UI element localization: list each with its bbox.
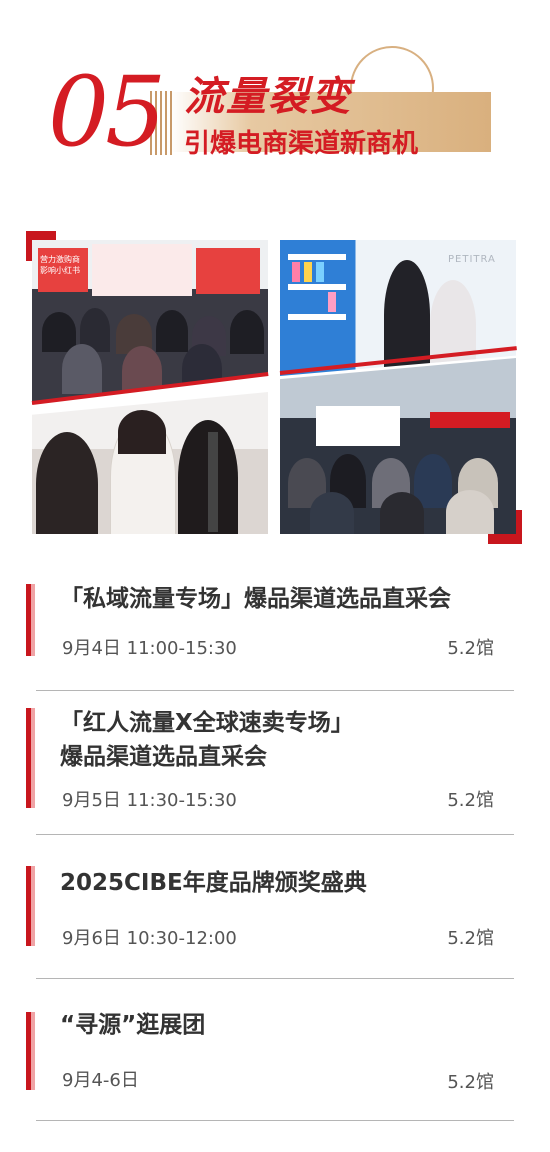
event-hall: 5.2馆 — [447, 928, 494, 949]
event-time: 9月5日 11:30-15:30 — [62, 790, 237, 811]
photo-women-with-phones — [32, 392, 268, 534]
photo-brand-text: PETITRA — [448, 254, 496, 265]
section-subtitle: 引爆电商渠道新商机 — [184, 129, 419, 159]
event-hall: 5.2馆 — [447, 1072, 494, 1093]
event-hall: 5.2馆 — [447, 790, 494, 811]
event-time: 9月4日 11:00-15:30 — [62, 638, 237, 659]
event-title: 「红人流量X全球速卖专场」 — [60, 710, 354, 736]
photo-sign-text: 营力激购商 影响小红书 — [40, 255, 80, 275]
event-marker — [26, 584, 35, 656]
event-title-line2: 爆品渠道选品直采会 — [60, 744, 267, 770]
event-divider — [36, 1120, 514, 1121]
event-marker — [26, 1012, 35, 1090]
photo-conference-audience — [280, 358, 516, 534]
section-title: 流量裂变 — [184, 74, 352, 120]
event-title: 2025CIBE年度品牌颁奖盛典 — [60, 870, 367, 896]
photo-product-livestream: PETITRA — [280, 240, 516, 376]
event-hall: 5.2馆 — [447, 638, 494, 659]
event-marker — [26, 708, 35, 808]
event-marker — [26, 866, 35, 946]
event-divider — [36, 690, 514, 691]
event-divider — [36, 834, 514, 835]
event-title: 「私域流量专场」爆品渠道选品直采会 — [60, 586, 451, 612]
event-title: “寻源”逛展团 — [60, 1012, 206, 1038]
section-number: 05 — [48, 56, 166, 168]
event-time: 9月4-6日 — [62, 1070, 139, 1091]
event-time: 9月6日 10:30-12:00 — [62, 928, 237, 949]
event-divider — [36, 978, 514, 979]
